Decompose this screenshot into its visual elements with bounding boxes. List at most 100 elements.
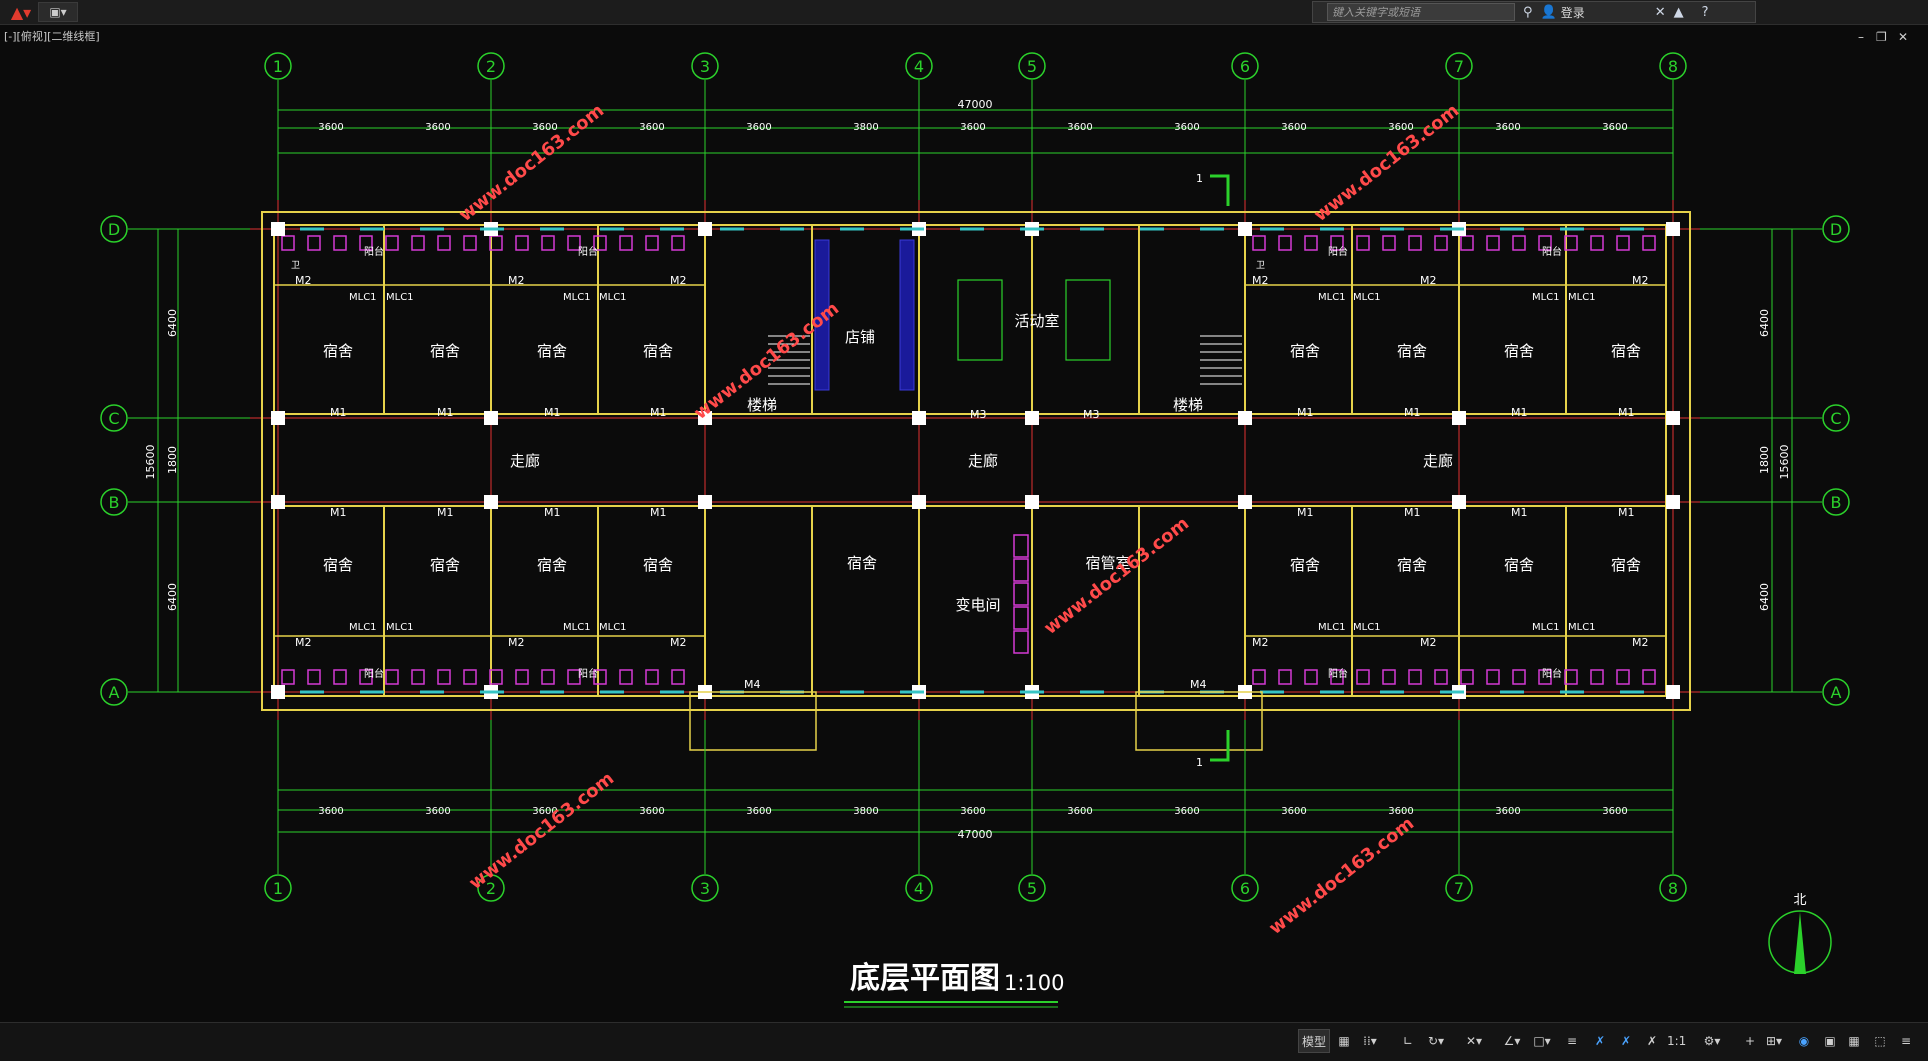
span-dimension: 3600 (1174, 806, 1199, 817)
room-label-balcony: 阳台 (364, 245, 384, 258)
door-label-m2: M2 (1252, 636, 1269, 649)
login-button[interactable]: 登录 (1561, 4, 1585, 21)
grid-label-row: D (108, 220, 120, 239)
grid-label-col: 7 (1454, 57, 1464, 76)
span-dimension: 3600 (1281, 806, 1306, 817)
grid-label-col: 2 (486, 57, 496, 76)
room-label-dorm: 宿舍 (323, 556, 353, 574)
column (1238, 411, 1252, 425)
room-label-dorm: 宿舍 (430, 556, 460, 574)
watermark-text: www.doc163.com (1040, 513, 1193, 639)
osnap-icon[interactable]: ✕▾ (1462, 1029, 1486, 1053)
door-label-m3: M3 (970, 408, 987, 421)
span-dimension: 3600 (960, 122, 985, 133)
binoculars-icon[interactable]: ⚲ (1523, 5, 1533, 20)
column (271, 411, 285, 425)
door-label-mlc1: MLC1 (563, 292, 591, 303)
room-label-dorm: 宿舍 (1504, 556, 1534, 574)
room-label-dorm: 宿舍 (1611, 342, 1641, 360)
polar-icon[interactable]: ↻▾ (1424, 1029, 1448, 1053)
door-label-m2: M2 (295, 636, 312, 649)
model-tab[interactable]: 模型 (1298, 1029, 1331, 1053)
help-button[interactable]: ? (1702, 5, 1709, 20)
total-depth-dimension: 15600 (1778, 445, 1791, 480)
fixture (541, 669, 555, 685)
grid-label-row: B (1831, 493, 1842, 512)
door-label-m1: M1 (1404, 406, 1421, 419)
entrance-porch (1135, 691, 1263, 751)
application-menu-button[interactable]: ▲▾ (0, 0, 42, 24)
properties-icon[interactable]: ≡ (1560, 1029, 1584, 1053)
grid-icon[interactable]: ▦ (1332, 1029, 1356, 1053)
door-label-mlc1: MLC1 (386, 292, 414, 303)
fixture (1616, 235, 1630, 251)
grid-label-col: 7 (1454, 879, 1464, 898)
column (912, 411, 926, 425)
quick-access-button[interactable]: ▣▾ (38, 2, 78, 22)
door-label-m2: M2 (1632, 274, 1649, 287)
clean-screen-icon[interactable]: ▦ (1842, 1029, 1866, 1053)
fixture (1278, 235, 1292, 251)
grid-label-col: 6 (1240, 57, 1250, 76)
fixture (1252, 235, 1266, 251)
door-label-m1: M1 (1511, 506, 1528, 519)
column (1238, 495, 1252, 509)
door-label-mlc1: MLC1 (1532, 292, 1560, 303)
workspace-icon[interactable]: ⊞▾ (1762, 1029, 1786, 1053)
door-label-m2: M2 (1252, 274, 1269, 287)
fixture (619, 669, 633, 685)
room-label-dorm: 宿舍 (643, 556, 673, 574)
door-label-mlc1: MLC1 (599, 292, 627, 303)
drawing-canvas[interactable]: 宿舍 宿舍 宿舍 宿舍 宿舍 宿舍 宿舍 宿舍 宿舍 宿舍 宿舍 宿舍 宿舍 宿舍 宿舍 宿舍 店铺 活动室 楼梯楼… (0, 24, 1928, 1024)
room-label-balcony: 阳台 (364, 667, 384, 680)
span-dimension: 3600 (1495, 806, 1520, 817)
fixture (1590, 669, 1604, 685)
snap-icon[interactable]: ⁞⁞▾ (1358, 1029, 1382, 1053)
north-label: 北 (1793, 893, 1806, 908)
door-label-m1: M1 (650, 506, 667, 519)
room-label-balcony: 阳台 (1328, 667, 1348, 680)
fixture (671, 669, 685, 685)
scale-button[interactable]: 1:1 (1664, 1029, 1689, 1053)
column (271, 685, 285, 699)
annotation-icon[interactable]: ✗ (1588, 1029, 1612, 1053)
exchange-icon[interactable]: ✕ (1655, 5, 1666, 20)
span-dimension: 3800 (853, 122, 878, 133)
transparency-icon[interactable]: □▾ (1530, 1029, 1554, 1053)
door-label-mlc1: MLC1 (349, 292, 377, 303)
search-input[interactable] (1327, 3, 1515, 21)
fixture (411, 669, 425, 685)
switchgear (1013, 534, 1029, 558)
connect-icon[interactable]: ▲ (1674, 5, 1684, 20)
annotation-scale-icon[interactable]: ✗ (1640, 1029, 1664, 1053)
span-dimension: 3600 (746, 122, 771, 133)
grid-label-row: A (109, 683, 120, 702)
plus-icon[interactable]: + (1738, 1029, 1762, 1053)
fixture (515, 235, 529, 251)
drawing-title: 底层平面图 (850, 961, 1000, 996)
annotation-visibility-icon[interactable]: ✗ (1614, 1029, 1638, 1053)
door-label-m2: M2 (670, 636, 687, 649)
span-dimension: 3600 (1495, 122, 1520, 133)
room-label-dorm: 宿舍 (1290, 342, 1320, 360)
door-label-mlc1: MLC1 (599, 622, 627, 633)
door-label-mlc1: MLC1 (1568, 622, 1596, 633)
isolate-icon[interactable]: ◉ (1792, 1029, 1816, 1053)
title-toolbar: ▲▾ ▣▾ ⚲ 👤 登录 ✕ ▲ ? (0, 0, 1928, 25)
overall-dimension: 47000 (958, 828, 993, 841)
lineweight-icon[interactable]: ∠▾ (1500, 1029, 1524, 1053)
fixture (463, 235, 477, 251)
room-label-dorm: 宿舍 (1611, 556, 1641, 574)
span-dimension: 3600 (639, 122, 664, 133)
fixture (437, 669, 451, 685)
fixture (645, 235, 659, 251)
column (698, 222, 712, 236)
customize-menu-icon[interactable]: ≡ (1894, 1029, 1918, 1053)
fullscreen-icon[interactable]: ⬚ (1868, 1029, 1892, 1053)
fixture (1434, 669, 1448, 685)
gear-icon[interactable]: ⚙▾ (1700, 1029, 1724, 1053)
span-dimension: 3600 (1602, 122, 1627, 133)
fixture (281, 235, 295, 251)
hardware-accel-icon[interactable]: ▣ (1818, 1029, 1842, 1053)
ortho-icon[interactable]: ∟ (1396, 1029, 1420, 1053)
